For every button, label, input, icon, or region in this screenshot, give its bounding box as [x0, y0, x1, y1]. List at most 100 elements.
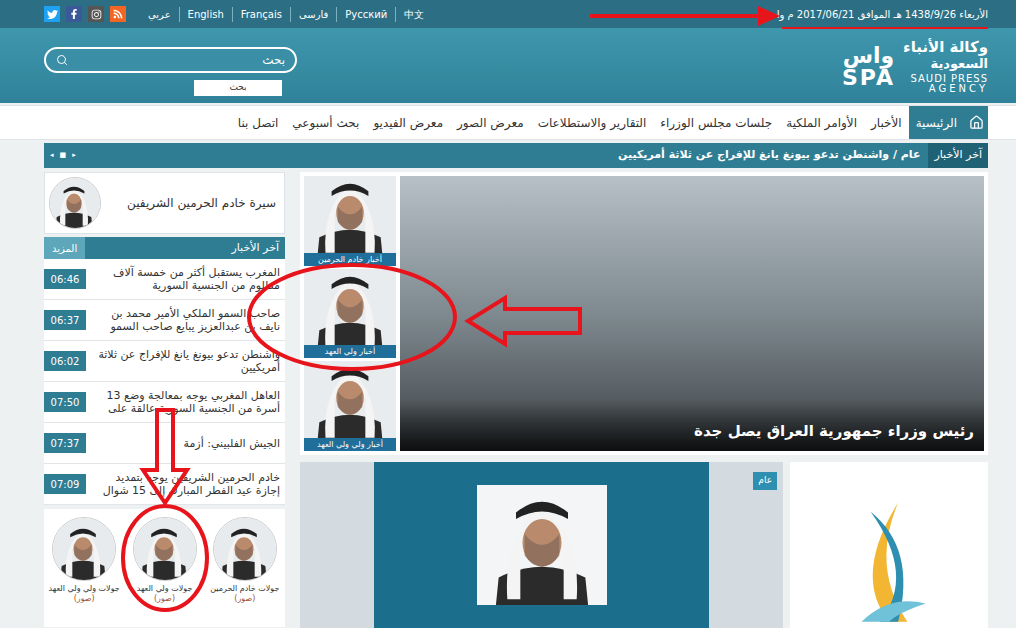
- latest-item-time: 07:09: [44, 474, 86, 494]
- nav-item[interactable]: التقارير والاستطلاعات: [531, 106, 654, 139]
- logo-english-line2: AGENCY: [903, 84, 988, 94]
- language-list: عربيEnglishFrançaisفارسیРусский中文: [140, 7, 432, 22]
- feature-thumb[interactable]: أخبار ولي ولي العهد: [304, 361, 396, 451]
- nav-item[interactable]: معرض الفيديو: [366, 106, 450, 139]
- top-bar: الأربعاء 1438/9/26 هـ الموافق 2017/06/21…: [0, 0, 1016, 28]
- tour-label: جولات ولي ولي العهد: [49, 584, 120, 594]
- ticker-label: آخر الأخبار: [928, 143, 988, 168]
- main: رئيس وزراء جمهورية العراق يصل جدة أخبار خ…: [0, 172, 1016, 628]
- portrait-photo: [133, 518, 196, 581]
- portrait-photo: [52, 518, 115, 581]
- feature-thumbs: أخبار خادم الحرمين أخبار ولي العهد أخبار و…: [304, 176, 396, 451]
- tours-card: جولات خادم الحرمين(صور)جولات ولي العهد(ص…: [44, 509, 285, 627]
- portrait-photo: [49, 178, 100, 229]
- twitter-icon[interactable]: [44, 6, 60, 22]
- instagram-icon[interactable]: [88, 6, 104, 22]
- search-field[interactable]: [44, 47, 297, 73]
- feature-thumb[interactable]: أخبار خادم الحرمين: [304, 176, 396, 266]
- search-button[interactable]: بحث: [194, 80, 282, 96]
- ticker: آخر الأخبارعام / واشنطن تدعو بيونغ يانغ …: [44, 143, 988, 168]
- tour-label: جولات خادم الحرمين: [210, 584, 279, 594]
- portrait-photo: [304, 176, 396, 253]
- logo[interactable]: وكالة الأنباءالسعوديةSAUDI PRESSAGENCYوا…: [842, 28, 988, 94]
- date: الأربعاء 1438/9/26 هـ الموافق 2017/06/21…: [764, 7, 988, 22]
- home-icon[interactable]: [964, 106, 988, 139]
- ticker-control[interactable]: ■: [60, 150, 67, 161]
- latest-item-text: الجيش الفلبيني: أزمة: [86, 437, 285, 450]
- rss-icon[interactable]: [110, 6, 126, 22]
- logo-arabic-line2: السعودية: [903, 57, 988, 70]
- ticker-control[interactable]: ◂: [50, 150, 54, 161]
- annotation-overlay: [0, 0, 1016, 628]
- logo-arabic-line1: وكالة الأنباء: [903, 40, 988, 55]
- latest-title: آخر الأخبار: [225, 240, 285, 257]
- search-icon[interactable]: [56, 54, 68, 66]
- latest-item-time: 07:50: [44, 392, 86, 412]
- search-input[interactable]: [74, 51, 285, 69]
- language-link[interactable]: فارسی: [290, 7, 336, 22]
- tour-item[interactable]: جولات ولي العهد(صور): [124, 517, 204, 627]
- latest-item-text: خادم الحرمين الشريفين يوجه بتمديد إجازة …: [86, 471, 285, 497]
- latest-item[interactable]: صاحب السمو الملكي الأمير محمد بن نايف بن…: [44, 300, 285, 341]
- latest-item-text: واشنطن تدعو بيونغ يانغ للإفراج عن ثلاثة …: [86, 348, 285, 374]
- language-link[interactable]: English: [179, 7, 232, 22]
- ticker-control[interactable]: ▸: [72, 150, 76, 161]
- portrait-photo: [477, 485, 607, 605]
- thumb-label: أخبار خادم الحرمين: [304, 253, 396, 266]
- thumb-label: أخبار ولي ولي العهد: [304, 438, 396, 451]
- logo-mark: واسSPA: [842, 45, 895, 89]
- nav-item[interactable]: الأخبار: [864, 106, 909, 139]
- ticker-controls: ◂ ■ ▸: [44, 150, 84, 161]
- tour-item[interactable]: جولات ولي ولي العهد(صور): [44, 517, 124, 627]
- logo-mark-english: SPA: [842, 67, 895, 89]
- nav-item[interactable]: الأوامر الملكية: [779, 106, 864, 139]
- latest-item-time: 07:37: [44, 433, 86, 453]
- nav-item[interactable]: جلسات مجلس الوزراء: [653, 106, 779, 139]
- header: وكالة الأنباءالسعوديةSAUDI PRESSAGENCYوا…: [0, 28, 1016, 103]
- tour-sub: (صور): [154, 594, 175, 604]
- promo-graphic: [834, 478, 944, 628]
- top-links: عربيEnglishFrançaisفارسیРусский中文: [44, 6, 432, 22]
- latest-item[interactable]: واشنطن تدعو بيونغ يانغ للإفراج عن ثلاثة …: [44, 341, 285, 382]
- news-card-photo: [374, 462, 709, 628]
- feature-thumb[interactable]: أخبار ولي العهد: [304, 269, 396, 359]
- thumb-annotation: [249, 265, 580, 369]
- language-link[interactable]: عربي: [140, 7, 179, 22]
- latest-item[interactable]: العاهل المغربي يوجه بمعالجة وضع 13 أسرة …: [44, 382, 285, 423]
- tour-sub: (صور): [234, 594, 255, 604]
- news-card[interactable]: عام: [300, 462, 783, 628]
- latest-item-time: 06:37: [44, 310, 86, 330]
- latest-item[interactable]: خادم الحرمين الشريفين يوجه بتمديد إجازة …: [44, 464, 285, 505]
- latest-item-time: 06:46: [44, 269, 86, 289]
- news-card-tag: عام: [753, 472, 777, 490]
- nav-item[interactable]: معرض الصور: [450, 106, 531, 139]
- thumb-label: أخبار ولي العهد: [304, 345, 396, 358]
- language-link[interactable]: 中文: [395, 7, 432, 22]
- logo-mark-arabic: واس: [843, 45, 895, 67]
- portrait-photo: [213, 518, 276, 581]
- ticker-text[interactable]: عام / واشنطن تدعو بيونغ يانغ للإفراج عن …: [84, 147, 929, 164]
- search-area: بحث: [44, 28, 297, 96]
- latest-item[interactable]: الجيش الفلبيني: أزمة07:37: [44, 423, 285, 464]
- language-link[interactable]: Français: [232, 7, 290, 22]
- nav-item[interactable]: الرئيسية: [909, 106, 964, 139]
- nav-item[interactable]: اتصل بنا: [231, 106, 286, 139]
- latest-item-text: المغرب يستقبل أكثر من خمسة آلاف مظلوم من…: [86, 266, 285, 292]
- date-annotation: [590, 6, 988, 28]
- feature-caption[interactable]: رئيس وزراء جمهورية العراق يصل جدة: [694, 422, 974, 440]
- latest-item[interactable]: المغرب يستقبل أكثر من خمسة آلاف مظلوم من…: [44, 259, 285, 300]
- promo-panel[interactable]: [790, 462, 988, 628]
- language-link[interactable]: Русский: [336, 7, 395, 22]
- nav-bar: الرئيسيةالأخبارالأوامر الملكيةجلسات مجلس…: [0, 105, 1016, 140]
- tour-annotation: [123, 410, 207, 610]
- bio-card[interactable]: سيرة خادم الحرمين الشريفين: [44, 172, 285, 234]
- portrait-photo: [304, 361, 396, 438]
- tour-item[interactable]: جولات خادم الحرمين(صور): [205, 517, 285, 627]
- nav-item[interactable]: بحث أسبوعي: [285, 106, 366, 139]
- more-button[interactable]: المزيد: [44, 237, 85, 259]
- facebook-icon[interactable]: [66, 6, 82, 22]
- bottom-row: عام: [300, 462, 988, 628]
- feature: رئيس وزراء جمهورية العراق يصل جدة أخبار خ…: [300, 172, 988, 455]
- feature-photo[interactable]: رئيس وزراء جمهورية العراق يصل جدة: [400, 176, 984, 451]
- portrait-photo: [304, 269, 396, 346]
